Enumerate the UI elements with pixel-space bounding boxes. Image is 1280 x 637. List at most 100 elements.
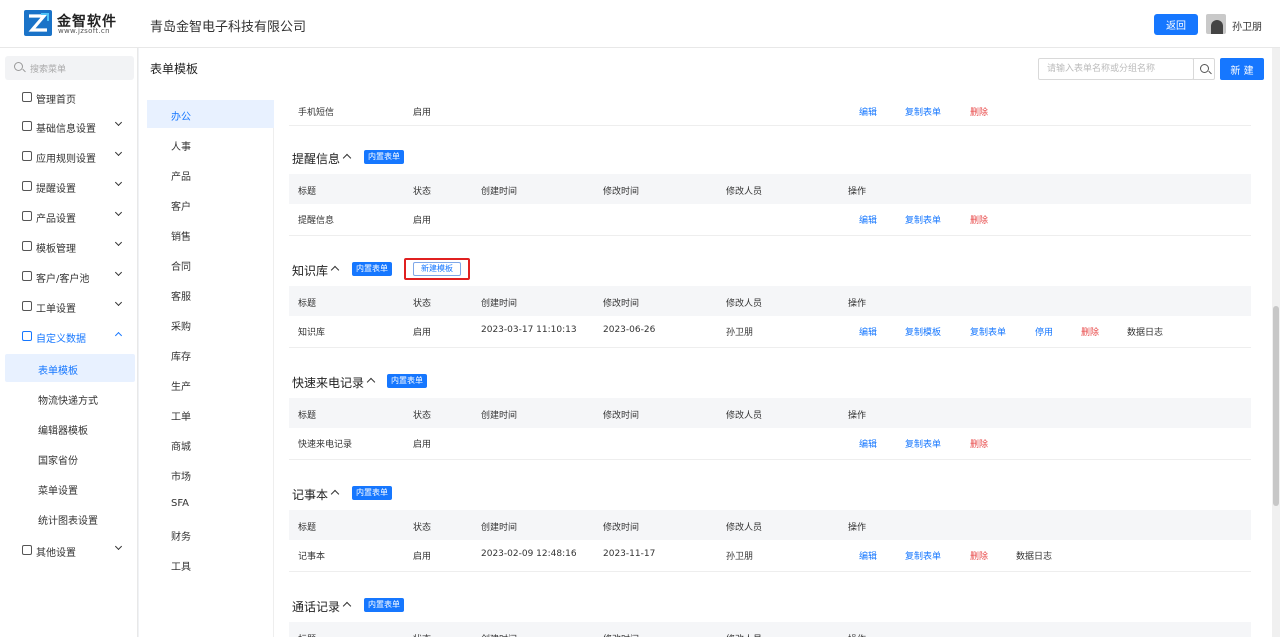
category-item[interactable]: 客户 [147, 190, 274, 218]
user-icon [22, 271, 32, 281]
back-button[interactable]: 返回 [1154, 14, 1198, 35]
sidebar-item-home[interactable]: 管理首页 [0, 83, 138, 111]
copy-form-link[interactable]: 复制表单 [905, 105, 941, 118]
copy-form-link[interactable]: 复制表单 [905, 437, 941, 450]
category-item[interactable]: 工具 [147, 550, 274, 578]
sidebar-item-custom-data[interactable]: 自定义数据 [0, 322, 138, 350]
cell-status: 启用 [413, 108, 432, 118]
table-header: 标题 状态 创建时间 修改时间 修改人员 操作 [289, 398, 1251, 428]
avatar[interactable] [1206, 14, 1226, 34]
section-title: 知识库 [292, 264, 329, 278]
sidebar-item-app-rules[interactable]: 应用规则设置 [0, 142, 138, 170]
sidebar-item-reminders[interactable]: 提醒设置 [0, 172, 138, 200]
category-item[interactable]: 产品 [147, 160, 274, 188]
col-actions: 操作 [848, 632, 866, 637]
category-item[interactable]: 商城 [147, 430, 274, 458]
category-label: 办公 [171, 112, 191, 123]
category-item[interactable]: SFA [147, 490, 274, 518]
col-modifier: 修改人员 [726, 632, 762, 637]
category-list: 办公 人事 产品 客户 销售 合同 客服 采购 库存 生产 工单 商城 市场 S… [147, 100, 274, 637]
chevron-up-icon[interactable] [342, 601, 352, 611]
data-log-link[interactable]: 数据日志 [1127, 325, 1163, 338]
sidebar-subitem-label: 编辑器模板 [38, 426, 88, 437]
edit-link[interactable]: 编辑 [859, 437, 877, 450]
category-item[interactable]: 库存 [147, 340, 274, 368]
user-name[interactable]: 孙卫朋 [1232, 18, 1262, 33]
copy-form-link[interactable]: 复制表单 [970, 325, 1006, 338]
col-modified: 修改时间 [603, 411, 640, 421]
search-button[interactable] [1193, 58, 1215, 80]
section-title: 记事本 [292, 488, 329, 502]
sidebar-subitem-chart-settings[interactable]: 统计图表设置 [5, 504, 135, 532]
sidebar-subitem-provinces[interactable]: 国家省份 [5, 444, 135, 472]
category-item[interactable]: 合同 [147, 250, 274, 278]
app-header: 金智软件 www.jzsoft.cn 青岛金智电子科技有限公司 返回 孙卫朋 [0, 0, 1280, 48]
menu-search-input[interactable]: 搜索菜单 [5, 56, 134, 80]
category-item[interactable]: 采购 [147, 310, 274, 338]
category-item[interactable]: 生产 [147, 370, 274, 398]
col-modified: 修改时间 [603, 187, 640, 197]
sidebar-item-templates[interactable]: 模板管理 [0, 232, 138, 260]
chevron-up-icon[interactable] [330, 489, 340, 499]
sidebar-item-customers[interactable]: 客户/客户池 [0, 262, 138, 290]
cell-created: 2023-02-09 12:48:16 [481, 549, 577, 559]
disable-link[interactable]: 停用 [1035, 325, 1053, 338]
cell-modifier: 孙卫朋 [726, 328, 754, 338]
sidebar-subitem-menu-settings[interactable]: 菜单设置 [5, 474, 135, 502]
data-log-link[interactable]: 数据日志 [1016, 549, 1052, 562]
category-item[interactable]: 工单 [147, 400, 274, 428]
category-item[interactable]: 销售 [147, 220, 274, 248]
chevron-down-icon [114, 118, 123, 127]
main-panel: 表单模板 新 建 办公 人事 产品 客户 销售 合同 客服 采购 库存 生产 工… [139, 48, 1272, 637]
copy-template-link[interactable]: 复制模板 [905, 325, 941, 338]
cell-title: 记事本 [298, 552, 326, 562]
sidebar-subitem-label: 菜单设置 [38, 486, 78, 497]
sidebar-item-basic-info[interactable]: 基础信息设置 [0, 112, 138, 140]
cube-icon [22, 211, 32, 221]
delete-link[interactable]: 删除 [970, 213, 988, 226]
category-item[interactable]: 市场 [147, 460, 274, 488]
col-title: 标题 [298, 411, 317, 421]
sidebar-subitem-label: 表单模板 [38, 366, 78, 377]
edit-link[interactable]: 编辑 [859, 325, 877, 338]
category-item[interactable]: 财务 [147, 520, 274, 548]
edit-link[interactable]: 编辑 [859, 549, 877, 562]
delete-link[interactable]: 删除 [970, 437, 988, 450]
edit-link[interactable]: 编辑 [859, 213, 877, 226]
sidebar-item-other[interactable]: 其他设置 [0, 536, 138, 564]
table-header: 标题 状态 创建时间 修改时间 修改人员 操作 [289, 174, 1251, 204]
scrollbar-thumb[interactable] [1273, 306, 1279, 506]
sidebar-item-label: 产品设置 [36, 214, 76, 225]
builtin-badge: 内置表单 [364, 598, 404, 612]
chevron-up-icon[interactable] [342, 153, 352, 163]
section-title: 通话记录 [292, 600, 341, 614]
category-label: 工具 [171, 562, 191, 573]
edit-link[interactable]: 编辑 [859, 105, 877, 118]
category-label: 客服 [171, 292, 191, 303]
page-scrollbar[interactable] [1272, 48, 1280, 637]
sidebar-subitem-editor-templates[interactable]: 编辑器模板 [5, 414, 135, 442]
sidebar-item-products[interactable]: 产品设置 [0, 202, 138, 230]
new-template-button[interactable]: 新建模板 [413, 262, 461, 276]
delete-link[interactable]: 删除 [970, 549, 988, 562]
form-search-input[interactable] [1038, 58, 1194, 80]
copy-form-link[interactable]: 复制表单 [905, 549, 941, 562]
category-item[interactable]: 人事 [147, 130, 274, 158]
category-item[interactable]: 客服 [147, 280, 274, 308]
sidebar-subitem-form-templates[interactable]: 表单模板 [5, 354, 135, 382]
chevron-up-icon[interactable] [366, 377, 376, 387]
logo-mark-icon [24, 10, 52, 36]
category-item[interactable]: 办公 [147, 100, 274, 128]
copy-form-link[interactable]: 复制表单 [905, 213, 941, 226]
new-form-button[interactable]: 新 建 [1220, 58, 1264, 80]
delete-link[interactable]: 删除 [1081, 325, 1099, 338]
logo[interactable]: 金智软件 www.jzsoft.cn [24, 10, 124, 38]
chevron-up-icon[interactable] [330, 265, 340, 275]
sidebar-subitem-logistics[interactable]: 物流快递方式 [5, 384, 135, 412]
company-name: 青岛金智电子科技有限公司 [150, 20, 307, 35]
col-status: 状态 [413, 411, 432, 421]
col-actions: 操作 [848, 187, 867, 197]
builtin-badge: 内置表单 [364, 150, 404, 164]
sidebar-item-tickets[interactable]: 工单设置 [0, 292, 138, 320]
delete-link[interactable]: 删除 [970, 105, 988, 118]
